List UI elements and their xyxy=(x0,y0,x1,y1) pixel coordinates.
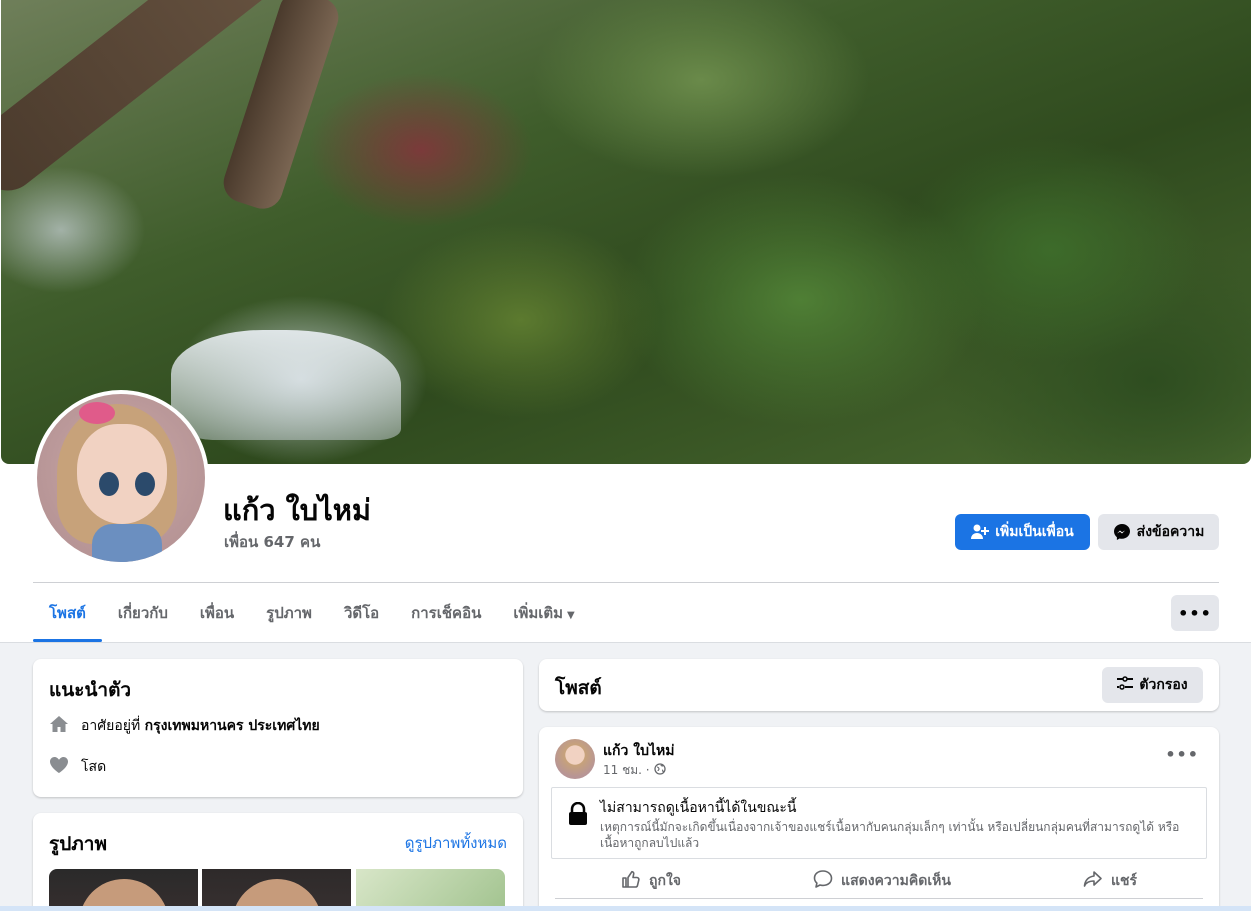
tab-more[interactable]: เพิ่มเติม ▼ xyxy=(497,596,590,642)
photos-title: รูปภาพ xyxy=(49,833,107,855)
filter-label: ตัวกรอง xyxy=(1139,677,1188,693)
photos-card: รูปภาพ ดูรูปภาพทั้งหมด xyxy=(33,813,523,911)
friends-count[interactable]: เพื่อน 647 คน xyxy=(224,530,320,554)
thumbs-up-icon xyxy=(621,869,641,893)
relationship-row: โสด xyxy=(49,756,106,778)
tab-videos-label: วิดีโอ xyxy=(343,604,380,622)
cover-photo[interactable] xyxy=(1,0,1251,464)
page-bottom-edge xyxy=(0,906,1251,911)
comment-button[interactable]: แสดงความคิดเห็น xyxy=(813,869,951,893)
home-icon xyxy=(49,714,69,738)
avatar-eye xyxy=(99,472,119,496)
tab-posts[interactable]: โพสต์ xyxy=(33,596,102,642)
like-button[interactable]: ถูกใจ xyxy=(621,869,681,893)
add-friend-button[interactable]: เพิ่มเป็นเพื่อน xyxy=(955,514,1090,550)
tab-checkins-label: การเช็คอิน xyxy=(411,604,482,622)
tab-more-label: เพิ่มเติม xyxy=(513,604,564,622)
tab-friends-label: เพื่อน xyxy=(199,604,235,622)
intro-card: แนะนำตัว อาศัยอยู่ที่ กรุงเทพมหานคร ประเ… xyxy=(33,659,523,797)
lives-in-place[interactable]: กรุงเทพมหานคร ประเทศไทย xyxy=(145,718,320,734)
avatar-image xyxy=(37,394,205,562)
comment-label: แสดงความคิดเห็น xyxy=(841,872,951,889)
avatar-eye xyxy=(135,472,155,496)
see-all-photos-link[interactable]: ดูรูปภาพทั้งหมด xyxy=(405,831,507,855)
like-label: ถูกใจ xyxy=(649,872,682,889)
messenger-icon xyxy=(1113,523,1131,541)
filter-button[interactable]: ตัวกรอง xyxy=(1102,667,1203,703)
photo-thumbnail[interactable] xyxy=(49,869,198,911)
photo-thumbnail[interactable] xyxy=(202,869,351,911)
tab-photos-label: รูปภาพ xyxy=(266,604,312,622)
tab-about-label: เกี่ยวกับ xyxy=(117,604,168,622)
caret-down-icon: ▼ xyxy=(567,610,575,621)
post-author-name[interactable]: แก้ว ใบไหม่ xyxy=(603,740,674,762)
notice-title: ไม่สามารถดูเนื้อหานี้ได้ในขณะนี้ xyxy=(600,800,797,816)
content-unavailable-notice: ไม่สามารถดูเนื้อหานี้ได้ในขณะนี้ เหตุการ… xyxy=(551,787,1207,859)
cover-waterfall xyxy=(171,330,401,440)
filter-icon xyxy=(1117,676,1134,694)
add-friend-icon xyxy=(971,524,990,540)
lives-in-prefix: อาศัยอยู่ที่ xyxy=(81,718,141,734)
share-icon xyxy=(1083,869,1103,893)
relationship-text: โสด xyxy=(81,759,107,775)
post-timestamp: 11 ชม. · xyxy=(603,761,666,780)
cover-tree-trunk xyxy=(218,0,344,214)
comment-icon xyxy=(813,869,833,893)
avatar-face xyxy=(77,424,167,524)
tab-posts-label: โพสต์ xyxy=(49,604,86,622)
tab-photos[interactable]: รูปภาพ xyxy=(250,596,328,642)
lives-in-text: อาศัยอยู่ที่ กรุงเทพมหานคร ประเทศไทย xyxy=(81,715,320,737)
lives-in-row: อาศัยอยู่ที่ กรุงเทพมหานคร ประเทศไทย xyxy=(49,714,320,738)
intro-title: แนะนำตัว xyxy=(49,679,132,701)
message-label: ส่งข้อความ xyxy=(1136,524,1205,540)
tab-about[interactable]: เกี่ยวกับ xyxy=(102,596,184,642)
avatar-bow xyxy=(79,402,115,424)
header-divider xyxy=(33,582,1219,583)
message-button[interactable]: ส่งข้อความ xyxy=(1098,514,1219,550)
profile-header: แก้ว ใบไหม่ เพื่อน 647 คน เพิ่มเป็นเพื่อ… xyxy=(0,0,1251,643)
avatar-shirt xyxy=(92,524,162,562)
tab-videos[interactable]: วิดีโอ xyxy=(328,596,395,642)
post-actions: ถูกใจ แสดงความคิดเห็น แชร์ xyxy=(555,863,1203,899)
tab-friends[interactable]: เพื่อน xyxy=(184,596,250,642)
tab-checkins[interactable]: การเช็คอิน xyxy=(395,596,497,642)
post-time-text[interactable]: 11 ชม. · xyxy=(603,761,650,780)
posts-header-card: โพสต์ ตัวกรอง xyxy=(539,659,1219,711)
globe-icon xyxy=(653,763,666,778)
profile-name: แก้ว ใบไหม่ xyxy=(223,493,372,527)
lock-icon xyxy=(568,801,588,830)
profile-avatar[interactable] xyxy=(33,390,209,566)
heart-icon xyxy=(49,756,69,778)
post-card: แก้ว ใบไหม่ 11 ชม. · ••• ไม่สามารถดูเนื้… xyxy=(539,727,1219,911)
post-more-button[interactable]: ••• xyxy=(1165,745,1199,764)
post-author-avatar[interactable] xyxy=(555,739,595,779)
profile-more-button[interactable]: ••• xyxy=(1171,595,1219,631)
posts-title: โพสต์ xyxy=(555,677,602,699)
share-label: แชร์ xyxy=(1110,872,1137,889)
notice-description: เหตุการณ์นี้มักจะเกิดขึ้นเนื่องจากเจ้าขอ… xyxy=(600,820,1180,850)
photo-thumbnail[interactable] xyxy=(356,869,505,911)
share-button[interactable]: แชร์ xyxy=(1083,869,1137,893)
add-friend-label: เพิ่มเป็นเพื่อน xyxy=(995,524,1074,540)
profile-tabs: โพสต์ เกี่ยวกับ เพื่อน รูปภาพ วิดีโอ การ… xyxy=(33,596,591,642)
